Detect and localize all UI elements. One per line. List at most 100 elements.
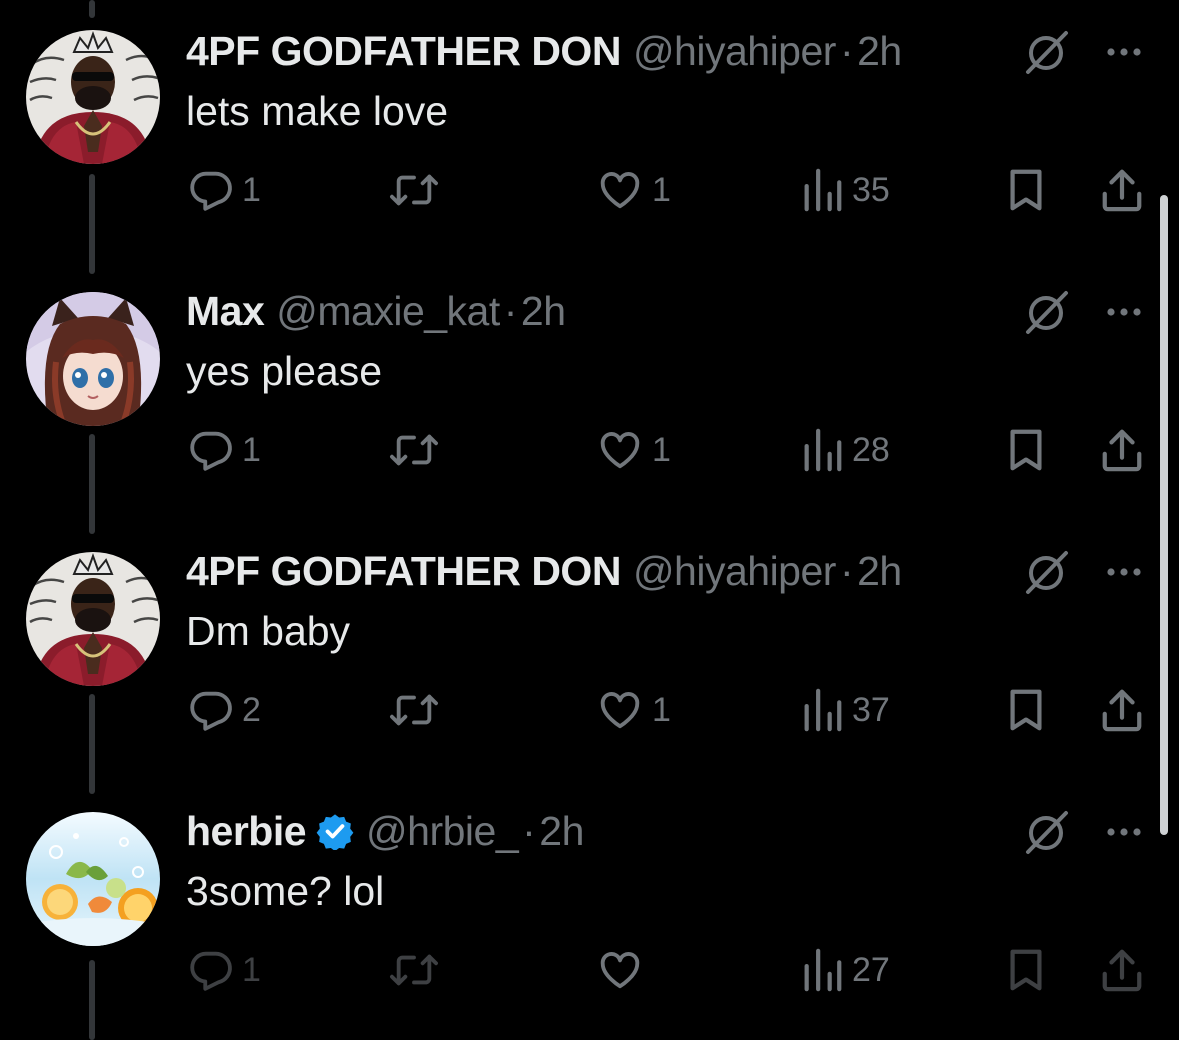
grok-icon[interactable] bbox=[1020, 548, 1074, 596]
username[interactable]: @hiyahiper bbox=[633, 28, 837, 75]
share-button[interactable] bbox=[1100, 424, 1144, 476]
scrollbar[interactable] bbox=[1160, 195, 1168, 835]
share-button[interactable] bbox=[1100, 944, 1144, 996]
bookmark-button[interactable] bbox=[1006, 164, 1046, 216]
views-icon bbox=[804, 948, 842, 992]
reply-button[interactable]: 2 bbox=[188, 684, 261, 736]
tweet[interactable]: 4PF GODFATHER DON @hiyahiper · 2h Dm bab… bbox=[0, 520, 1179, 794]
avatar-image bbox=[26, 812, 160, 946]
timestamp[interactable]: 2h bbox=[857, 28, 902, 75]
views-icon bbox=[804, 688, 842, 732]
username[interactable]: @maxie_kat bbox=[276, 288, 500, 335]
like-button[interactable]: 1 bbox=[596, 164, 671, 216]
timestamp[interactable]: 2h bbox=[521, 288, 566, 335]
reply-count: 1 bbox=[242, 170, 261, 209]
share-icon bbox=[1102, 169, 1142, 212]
grok-icon[interactable] bbox=[1020, 28, 1074, 76]
share-icon bbox=[1102, 689, 1142, 732]
username[interactable]: @hiyahiper bbox=[633, 548, 837, 595]
more-icon[interactable] bbox=[1104, 560, 1144, 584]
grok-icon[interactable] bbox=[1020, 288, 1074, 336]
bookmark-button[interactable] bbox=[1006, 424, 1046, 476]
bookmark-icon bbox=[1010, 169, 1042, 211]
tweet[interactable]: Max @maxie_kat · 2h yes please 1 1 28 bbox=[0, 260, 1179, 534]
view-count: 37 bbox=[852, 690, 890, 729]
views-button[interactable]: 27 bbox=[800, 944, 890, 996]
views-button[interactable]: 37 bbox=[800, 684, 890, 736]
heart-icon bbox=[600, 172, 640, 209]
reply-icon bbox=[190, 691, 232, 731]
bookmark-button[interactable] bbox=[1006, 684, 1046, 736]
bookmark-icon bbox=[1010, 689, 1042, 731]
like-count: 1 bbox=[652, 430, 671, 469]
display-name[interactable]: herbie bbox=[186, 808, 307, 855]
bookmark-icon bbox=[1010, 429, 1042, 471]
repost-icon bbox=[390, 434, 438, 466]
reply-button[interactable]: 1 bbox=[188, 164, 261, 216]
share-button[interactable] bbox=[1100, 684, 1144, 736]
grok-icon[interactable] bbox=[1020, 808, 1074, 856]
verified-badge-icon bbox=[316, 814, 354, 850]
timestamp[interactable]: 2h bbox=[857, 548, 902, 595]
repost-button[interactable] bbox=[386, 944, 442, 996]
heart-icon bbox=[600, 432, 640, 469]
thread-line bbox=[89, 694, 95, 794]
reply-thread: 4PF GODFATHER DON @hiyahiper · 2h lets m… bbox=[0, 0, 1179, 1040]
bookmark-icon bbox=[1010, 949, 1042, 991]
repost-button[interactable] bbox=[386, 164, 442, 216]
views-icon bbox=[804, 168, 842, 212]
repost-icon bbox=[390, 694, 438, 726]
tweet[interactable]: 4PF GODFATHER DON @hiyahiper · 2h lets m… bbox=[0, 0, 1179, 274]
like-button[interactable] bbox=[596, 944, 652, 996]
tweet-text: lets make love bbox=[186, 88, 449, 134]
thread-line bbox=[89, 434, 95, 534]
display-name[interactable]: 4PF GODFATHER DON bbox=[186, 28, 621, 75]
share-button[interactable] bbox=[1100, 164, 1144, 216]
separator-dot: · bbox=[522, 807, 536, 854]
avatar[interactable] bbox=[26, 552, 160, 686]
view-count: 28 bbox=[852, 430, 890, 469]
bookmark-button[interactable] bbox=[1006, 944, 1046, 996]
avatar[interactable] bbox=[26, 292, 160, 426]
views-button[interactable]: 28 bbox=[800, 424, 890, 476]
reply-button[interactable]: 1 bbox=[188, 944, 261, 996]
separator-dot: · bbox=[839, 27, 854, 74]
avatar[interactable] bbox=[26, 812, 160, 946]
like-button[interactable]: 1 bbox=[596, 424, 671, 476]
tweet-header: herbie @hrbie_ · 2h bbox=[186, 806, 584, 856]
tweet-header: 4PF GODFATHER DON @hiyahiper · 2h bbox=[186, 26, 902, 76]
reply-count: 2 bbox=[242, 690, 261, 729]
like-count: 1 bbox=[652, 170, 671, 209]
tweet[interactable]: herbie @hrbie_ · 2h 3some? lol 1 27 bbox=[0, 780, 1179, 1040]
like-button[interactable]: 1 bbox=[596, 684, 671, 736]
thread-line bbox=[89, 960, 95, 1040]
reply-icon bbox=[190, 171, 232, 211]
username[interactable]: @hrbie_ bbox=[366, 808, 519, 855]
share-icon bbox=[1102, 429, 1142, 472]
view-count: 27 bbox=[852, 950, 890, 989]
reply-icon bbox=[190, 431, 232, 471]
thread-line bbox=[89, 0, 95, 18]
views-button[interactable]: 35 bbox=[800, 164, 890, 216]
reply-button[interactable]: 1 bbox=[188, 424, 261, 476]
heart-icon bbox=[600, 952, 640, 989]
avatar-image bbox=[26, 30, 160, 164]
tweet-text: yes please bbox=[186, 348, 383, 394]
tweet-header: 4PF GODFATHER DON @hiyahiper · 2h bbox=[186, 546, 902, 596]
reply-icon bbox=[190, 951, 232, 991]
repost-button[interactable] bbox=[386, 424, 442, 476]
more-icon[interactable] bbox=[1104, 300, 1144, 324]
more-icon[interactable] bbox=[1104, 40, 1144, 64]
separator-dot: · bbox=[503, 287, 518, 334]
share-icon bbox=[1102, 949, 1142, 992]
separator-dot: · bbox=[839, 547, 854, 594]
display-name[interactable]: Max bbox=[186, 288, 265, 335]
repost-button[interactable] bbox=[386, 684, 442, 736]
timestamp[interactable]: 2h bbox=[539, 808, 584, 855]
avatar[interactable] bbox=[26, 30, 160, 164]
display-name[interactable]: 4PF GODFATHER DON bbox=[186, 548, 621, 595]
tweet-header: Max @maxie_kat · 2h bbox=[186, 286, 566, 336]
more-icon[interactable] bbox=[1104, 820, 1144, 844]
repost-icon bbox=[390, 954, 438, 986]
reply-count: 1 bbox=[242, 430, 261, 469]
